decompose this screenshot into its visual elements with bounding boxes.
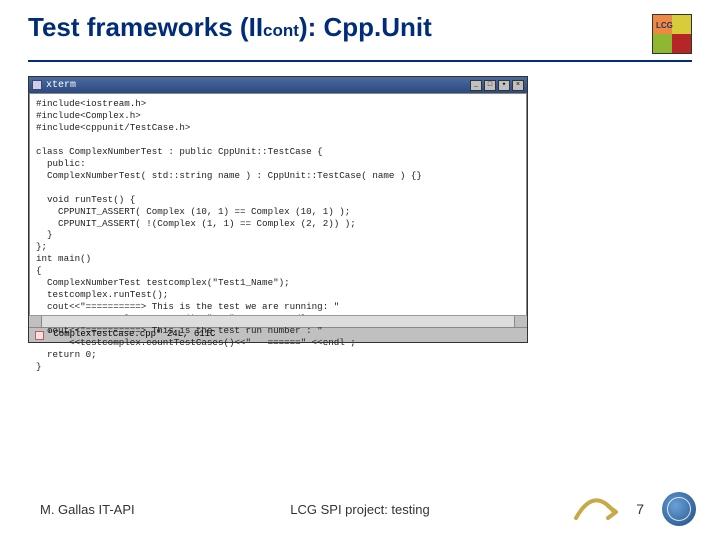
window-buttons-group: _ □ ▾ × bbox=[470, 80, 524, 91]
lcg-logo-label: LCG bbox=[656, 21, 673, 30]
title-subscript: cont bbox=[263, 21, 299, 40]
page-number: 7 bbox=[636, 501, 644, 517]
cern-logo bbox=[662, 492, 696, 526]
minimize-button[interactable]: _ bbox=[470, 80, 482, 91]
footer-author: M. Gallas IT-API bbox=[40, 502, 135, 517]
close-button[interactable]: × bbox=[512, 80, 524, 91]
slide-title: Test frameworks (IIcont): Cpp.Unit bbox=[28, 12, 432, 43]
lcg-logo: LCG bbox=[652, 14, 692, 54]
editor-titlebar-text: xterm bbox=[46, 79, 76, 92]
title-divider bbox=[28, 60, 692, 62]
horizontal-scrollbar[interactable] bbox=[29, 315, 527, 327]
terminal-icon bbox=[32, 80, 42, 90]
editor-window: xterm _ □ ▾ × #include<iostream.h> #incl… bbox=[28, 76, 528, 343]
arc-icon bbox=[572, 492, 618, 526]
footer: M. Gallas IT-API LCG SPI project: testin… bbox=[0, 492, 720, 526]
maximize-button[interactable]: □ bbox=[484, 80, 496, 91]
title-row: Test frameworks (IIcont): Cpp.Unit LCG bbox=[28, 12, 692, 54]
menu-button[interactable]: ▾ bbox=[498, 80, 510, 91]
title-prefix: Test frameworks (II bbox=[28, 12, 263, 42]
code-content: #include<iostream.h> #include<Complex.h>… bbox=[36, 98, 520, 373]
editor-titlebar[interactable]: xterm _ □ ▾ × bbox=[29, 77, 527, 93]
slide: Test frameworks (IIcont): Cpp.Unit LCG x… bbox=[0, 0, 720, 540]
footer-center: LCG SPI project: testing bbox=[290, 502, 429, 517]
title-suffix: ): Cpp.Unit bbox=[299, 12, 432, 42]
footer-right: 7 bbox=[572, 492, 696, 526]
editor-body[interactable]: #include<iostream.h> #include<Complex.h>… bbox=[29, 93, 527, 315]
